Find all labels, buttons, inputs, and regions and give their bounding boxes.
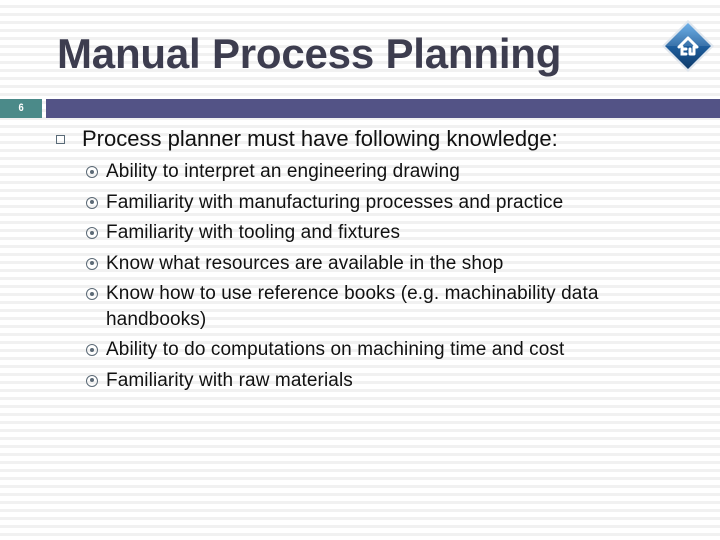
list-item: Familiarity with raw materials bbox=[84, 368, 704, 394]
bullet-level1-text: Process planner must have following know… bbox=[82, 126, 558, 151]
circled-dot-bullet-icon bbox=[86, 374, 98, 387]
list-item: Ability to interpret an engineering draw… bbox=[84, 159, 704, 185]
list-item-text: Familiarity with tooling and fixtures bbox=[106, 222, 401, 243]
home-diamond-graphic bbox=[662, 20, 714, 72]
bullet-list: Ability to interpret an engineering draw… bbox=[84, 159, 704, 398]
circled-dot-bullet-icon bbox=[86, 344, 98, 356]
square-bullet-icon bbox=[56, 135, 65, 144]
slide-number-text: 6 bbox=[18, 102, 24, 114]
list-item-text: Know what resources are available in the… bbox=[106, 252, 504, 274]
circled-dot-bullet-icon bbox=[86, 166, 98, 178]
circled-dot-bullet-icon bbox=[86, 196, 98, 209]
slide-title: Manual Process Planning bbox=[57, 30, 562, 77]
list-item: Know how to use reference books (e.g. ma… bbox=[84, 281, 704, 332]
list-item-text: Ability to interpret an engineering draw… bbox=[106, 161, 460, 182]
circled-dot-bullet-icon bbox=[86, 257, 98, 270]
circled-dot-bullet-icon bbox=[86, 227, 98, 239]
list-item-text: Ability to do computations on machining … bbox=[106, 339, 565, 360]
list-item: Ability to do computations on machining … bbox=[84, 337, 704, 363]
slide: Manual Process Planning 6 Process planne… bbox=[0, 0, 720, 540]
home-icon[interactable] bbox=[660, 18, 716, 74]
list-item: Familiarity with manufacturing processes… bbox=[84, 190, 704, 216]
header-bar bbox=[46, 99, 720, 118]
list-item: Know what resources are available in the… bbox=[84, 251, 704, 277]
list-item-text: Familiarity with manufacturing processes… bbox=[106, 191, 564, 213]
slide-number: 6 bbox=[0, 99, 42, 118]
circled-dot-bullet-icon bbox=[86, 288, 98, 300]
list-item-text: Know how to use reference books (e.g. ma… bbox=[106, 283, 599, 330]
list-item: Familiarity with tooling and fixtures bbox=[84, 220, 704, 246]
list-item-text: Familiarity with raw materials bbox=[106, 369, 353, 391]
